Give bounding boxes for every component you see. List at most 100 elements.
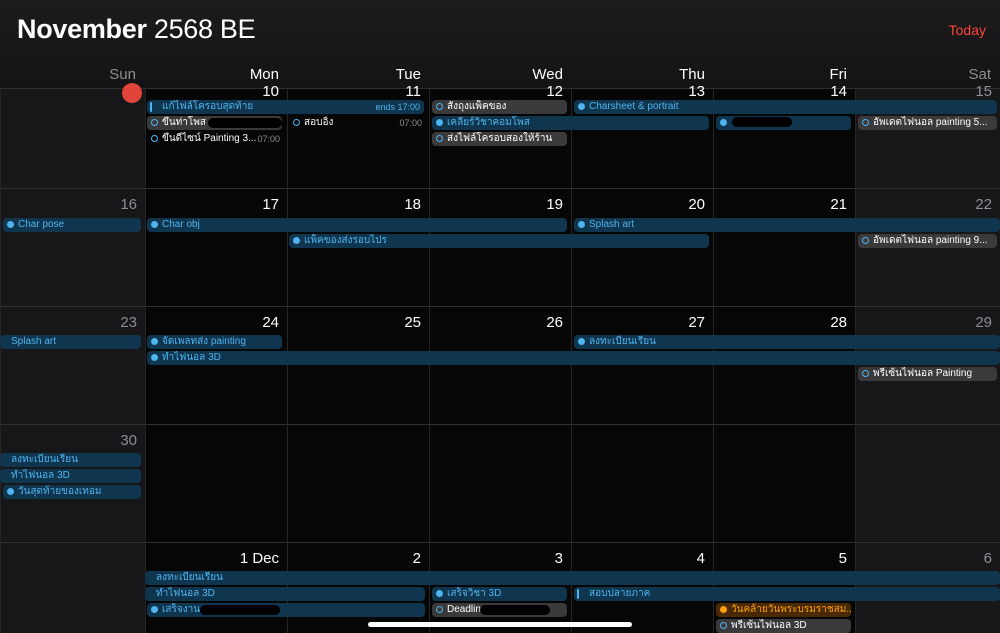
event-chip[interactable]: ลงทะเบียนเรียน — [574, 335, 1000, 349]
event-title: ทำไฟนอล 3D — [11, 470, 70, 481]
day-number: 15 — [975, 83, 992, 100]
event-title: ส่งไฟล์โครอบสองให้ร้าน — [447, 133, 553, 144]
event-chip[interactable]: วันคล้ายวันพระบรมราชสม... — [716, 603, 851, 617]
event-chip[interactable]: สอบอิ้ง 07:00 — [289, 116, 426, 130]
event-chip[interactable]: อัพเดตไฟนอล painting 5... — [858, 116, 997, 130]
circle-icon — [151, 119, 158, 126]
today-indicator — [122, 83, 142, 103]
calendar-icon — [151, 221, 158, 228]
home-indicator[interactable] — [368, 622, 632, 627]
day-cell[interactable]: 27 — [571, 306, 713, 424]
day-number: 29 — [975, 314, 992, 331]
circle-icon — [436, 103, 443, 110]
calendar-icon — [720, 119, 727, 126]
event-chip[interactable]: Char obj — [147, 218, 567, 232]
day-cell[interactable]: 24 — [145, 306, 287, 424]
weekday-mon: Mon — [249, 66, 279, 83]
redaction-scribble — [732, 117, 792, 127]
day-cell[interactable] — [287, 424, 429, 542]
event-chip[interactable]: แพ็คของส่งรอบไปร — [289, 234, 709, 248]
day-cell[interactable]: 23 — [0, 306, 145, 424]
event-time: 07:00 — [399, 118, 422, 128]
event-chip[interactable]: อัพเดตไฟนอล painting 9... — [858, 234, 997, 248]
event-title: ขึ้นท่าโพส — [162, 117, 206, 128]
calendar-icon — [7, 221, 14, 228]
event-chip[interactable]: Char pose — [3, 218, 141, 232]
weekday-thu: Thu — [679, 66, 705, 83]
year-label: 2568 BE — [153, 14, 256, 44]
event-chip[interactable]: ทำไฟนอล 3D — [147, 351, 1000, 365]
event-chip[interactable]: ลงทะเบียนเรียน — [145, 571, 1000, 585]
event-bar-icon — [577, 589, 579, 599]
day-number: 6 — [983, 550, 992, 567]
event-bar-icon — [150, 102, 152, 112]
event-chip[interactable]: สั่งถุงแพ็คของ — [432, 100, 567, 114]
circle-icon — [862, 119, 869, 126]
event-title: อัพเดตไฟนอล painting 5... — [873, 117, 988, 128]
circle-icon — [436, 135, 443, 142]
day-cell[interactable] — [571, 424, 713, 542]
event-chip[interactable]: เสร็จงาน — [147, 603, 425, 617]
weekday-sun: Sun — [109, 66, 136, 83]
event-chip[interactable]: จัดเพลทส่ง painting — [147, 335, 282, 349]
event-title: พรีเซ้นไฟนอล Painting — [873, 368, 972, 379]
day-cell[interactable] — [855, 424, 1000, 542]
day-cell[interactable]: 26 — [429, 306, 571, 424]
event-title: Splash art — [589, 219, 635, 230]
day-cell[interactable]: 29 — [855, 306, 1000, 424]
day-number: 26 — [546, 314, 563, 331]
day-number: 5 — [838, 550, 847, 567]
event-chip[interactable]: ลงทะเบียนเรียน — [0, 453, 141, 467]
event-chip[interactable]: วันสุดท้ายของเทอม — [3, 485, 141, 499]
day-cell[interactable]: 30 — [0, 424, 145, 542]
calendar-icon — [578, 103, 585, 110]
event-chip[interactable]: พรีเซ้นไฟนอล Painting — [858, 367, 997, 381]
event-chip[interactable]: Charsheet & portrait — [574, 100, 997, 114]
event-chip[interactable]: พรีเซ้นไฟนอล 3D — [716, 619, 851, 633]
day-cell[interactable]: 16 — [0, 188, 145, 306]
day-number: 16 — [120, 196, 137, 213]
month-grid: 10 11 12 13 14 15 16 17 18 19 20 21 22 2… — [0, 83, 1000, 633]
circle-icon — [862, 237, 869, 244]
event-title: วันสุดท้ายของเทอม — [18, 486, 102, 497]
event-chip[interactable]: เคลียร์วิชาคอมโพส — [432, 116, 709, 130]
event-title: ลงทะเบียนเรียน — [589, 336, 656, 347]
event-chip[interactable]: สอบปลายภาค — [574, 587, 1000, 601]
day-number: 24 — [262, 314, 279, 331]
day-cell[interactable]: 17 — [145, 188, 287, 306]
day-cell[interactable]: 25 — [287, 306, 429, 424]
event-title: เคลียร์วิชาคอมโพส — [447, 117, 530, 128]
day-cell[interactable] — [713, 424, 855, 542]
day-cell[interactable] — [145, 424, 287, 542]
today-button[interactable]: Today — [949, 22, 986, 38]
day-cell[interactable]: 28 — [713, 306, 855, 424]
circle-icon — [436, 606, 443, 613]
day-cell[interactable] — [0, 83, 145, 188]
weekday-sat: Sat — [968, 66, 991, 83]
calendar-icon — [436, 119, 443, 126]
day-number: 12 — [546, 83, 563, 100]
event-chip[interactable]: ส่งไฟล์โครอบสองให้ร้าน — [432, 132, 567, 146]
event-title: อัพเดตไฟนอล painting 9... — [873, 235, 988, 246]
event-title: ลงทะเบียนเรียน — [11, 454, 78, 465]
day-cell[interactable] — [0, 542, 145, 633]
day-number: 14 — [830, 83, 847, 100]
day-number: 19 — [546, 196, 563, 213]
event-title: สอบปลายภาค — [589, 588, 651, 599]
event-chip[interactable]: เสร็จวิชา 3D — [432, 587, 567, 601]
day-number: 23 — [120, 314, 137, 331]
event-title: ขึ้นดีไซน์ Painting 3... — [162, 133, 257, 144]
calendar-icon — [151, 338, 158, 345]
day-number: 3 — [554, 550, 563, 567]
day-number: 20 — [688, 196, 705, 213]
event-chip[interactable]: Splash art — [574, 218, 1000, 232]
event-chip[interactable]: ทำไฟนอล 3D — [0, 469, 141, 483]
event-chip[interactable]: แก้ไฟล์โครอบสุดท้าย ends 17:00 — [147, 100, 424, 114]
event-title: Charsheet & portrait — [589, 101, 679, 112]
event-chip[interactable]: Splash art — [0, 335, 141, 349]
day-cell[interactable] — [429, 424, 571, 542]
event-chip[interactable]: ทำไฟนอล 3D — [145, 587, 425, 601]
circle-icon — [862, 370, 869, 377]
day-cell[interactable]: 21 — [713, 188, 855, 306]
event-chip[interactable]: ขึ้นดีไซน์ Painting 3... 07:00 — [147, 132, 284, 146]
